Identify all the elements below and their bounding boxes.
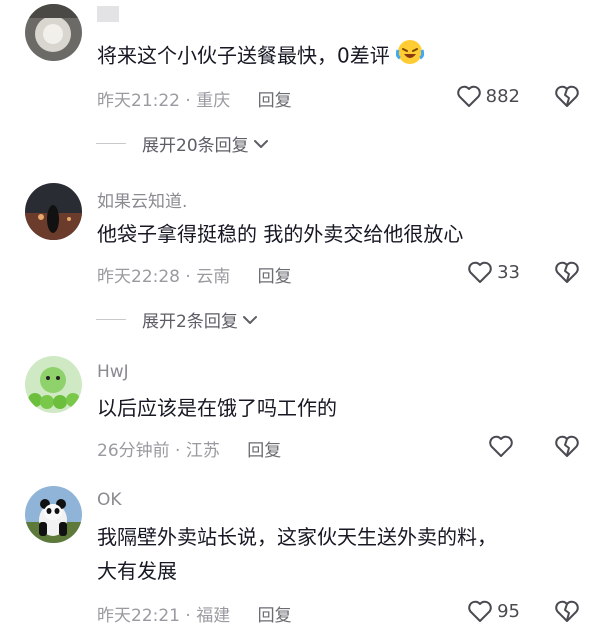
comment-text-body: 将来这个小伙子送餐最快，0差评 — [97, 43, 390, 68]
expand-replies-button[interactable]: 展开2条回复 — [96, 307, 259, 332]
comment-text: 以后应该是在饿了吗工作的 — [97, 396, 337, 420]
reply-button[interactable]: 回复 — [247, 441, 281, 461]
comment-meta: 昨天22:21 · 福建 回复 — [97, 606, 292, 626]
timestamp: 26分钟前 — [97, 441, 170, 461]
dislike-button[interactable] — [554, 84, 580, 112]
location: 云南 — [196, 267, 231, 287]
like-button[interactable]: 33 — [467, 260, 520, 284]
chevron-down-icon — [242, 315, 257, 324]
dislike-button[interactable] — [554, 260, 580, 288]
timestamp: 昨天22:21 — [97, 606, 180, 626]
comment-text-line: 大有发展 — [97, 559, 177, 583]
comment-meta: 昨天21:22 · 重庆 回复 — [97, 91, 292, 111]
username[interactable]: HwJ — [97, 362, 129, 382]
like-button[interactable]: 882 — [456, 84, 520, 108]
like-count: 882 — [485, 85, 520, 107]
like-count: 95 — [497, 600, 520, 622]
heart-outline-icon — [468, 261, 492, 283]
heart-outline-icon — [489, 435, 513, 457]
dislike-button[interactable] — [554, 599, 580, 627]
heart-outline-icon — [468, 600, 492, 622]
reply-button[interactable]: 回复 — [258, 606, 292, 626]
comment-text: 他袋子拿得挺稳的 我的外卖交给他很放心 — [97, 222, 464, 246]
timestamp: 昨天21:22 — [97, 91, 180, 111]
username-placeholder — [97, 6, 119, 22]
expand-label: 展开2条回复 — [142, 312, 238, 332]
reply-button[interactable]: 回复 — [258, 267, 292, 287]
reply-button[interactable]: 回复 — [258, 91, 292, 111]
expand-label: 展开20条回复 — [142, 136, 249, 156]
divider — [96, 319, 126, 320]
comment-text: 我隔壁外卖站长说，这家伙天生送外卖的料， 大有发展 — [97, 520, 577, 588]
comment-text-line: 我隔壁外卖站长说，这家伙天生送外卖的料， — [97, 525, 497, 549]
broken-heart-icon — [555, 600, 579, 622]
divider — [96, 143, 126, 144]
heart-outline-icon — [456, 85, 481, 107]
avatar[interactable] — [25, 356, 82, 413]
location: 江苏 — [185, 441, 220, 461]
comment-text: 将来这个小伙子送餐最快，0差评 — [97, 38, 577, 76]
broken-heart-icon — [555, 85, 579, 107]
dislike-button[interactable] — [554, 434, 580, 462]
like-button[interactable] — [488, 434, 518, 458]
like-count: 33 — [497, 261, 520, 283]
comment-meta: 26分钟前 · 江苏 回复 — [97, 441, 282, 461]
expand-replies-button[interactable]: 展开20条回复 — [96, 131, 270, 156]
broken-heart-icon — [555, 435, 579, 457]
avatar[interactable] — [25, 183, 82, 240]
avatar[interactable] — [25, 486, 82, 543]
username[interactable]: OK — [97, 490, 122, 510]
laughing-crying-emoji — [395, 38, 425, 76]
like-button[interactable]: 95 — [467, 599, 520, 623]
chevron-down-icon — [253, 139, 268, 148]
username[interactable]: 如果云知道. — [97, 187, 187, 212]
location: 福建 — [196, 606, 231, 626]
timestamp: 昨天22:28 — [97, 267, 180, 287]
broken-heart-icon — [555, 261, 579, 283]
location: 重庆 — [196, 91, 231, 111]
comment-meta: 昨天22:28 · 云南 回复 — [97, 267, 292, 287]
avatar[interactable] — [25, 4, 82, 61]
